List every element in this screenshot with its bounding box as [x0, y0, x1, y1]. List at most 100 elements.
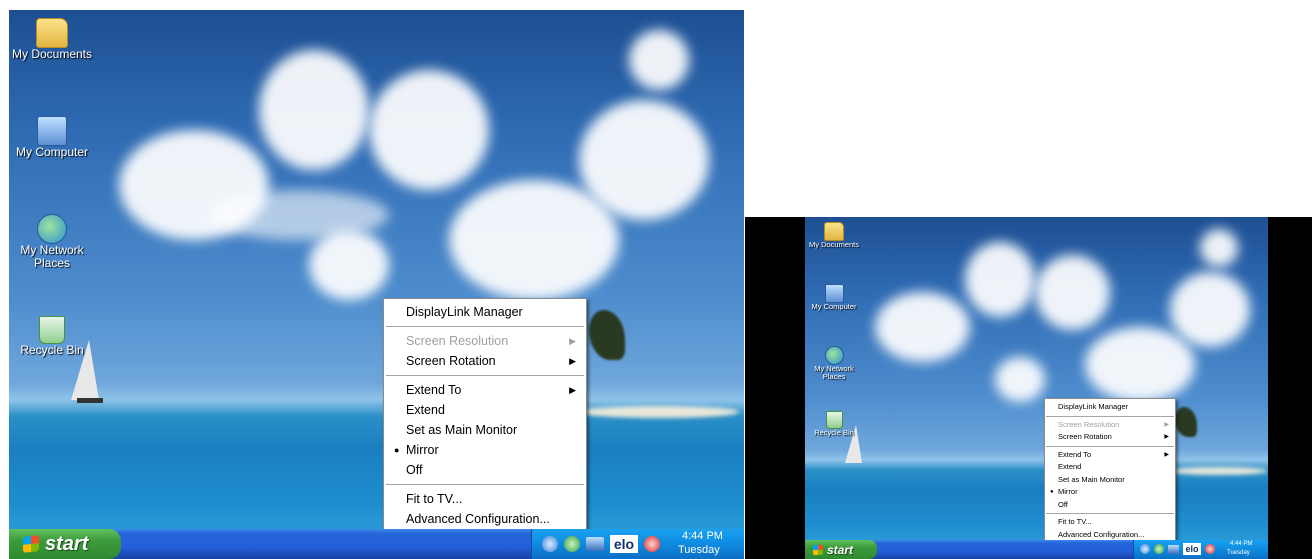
- tray-day[interactable]: Tuesday: [678, 544, 720, 556]
- elo-icon[interactable]: elo: [1183, 543, 1201, 555]
- submenu-arrow-icon: ▶: [569, 356, 576, 366]
- menu-item-set-as-main-monitor[interactable]: Set as Main Monitor: [384, 420, 586, 440]
- security-shield-icon[interactable]: [1205, 544, 1215, 554]
- menu-item-extend-to[interactable]: Extend To ▶: [1045, 449, 1175, 462]
- desktop-icon-label: My Documents: [11, 47, 93, 61]
- submenu-arrow-icon: ▶: [1164, 451, 1169, 458]
- desktop-large: My Documents My Computer My Network Plac…: [9, 10, 744, 559]
- desktop-icon-my-computer[interactable]: My Computer: [9, 116, 97, 159]
- network-icon[interactable]: [564, 536, 580, 552]
- menu-separator: [386, 326, 584, 327]
- folder-icon: [824, 222, 844, 241]
- menu-item-label: Extend To: [1058, 449, 1092, 459]
- menu-title[interactable]: DisplayLink Manager: [384, 302, 586, 322]
- taskbar: start elo 4:44 PM Tuesday: [9, 529, 744, 559]
- menu-item-extend[interactable]: Extend: [384, 400, 586, 420]
- menu-item-advanced-configuration[interactable]: Advanced Configuration...: [384, 509, 586, 529]
- monitor-icon[interactable]: [1168, 545, 1179, 554]
- desktop-icon-my-computer[interactable]: My Computer: [805, 284, 864, 311]
- desktop-icon-my-network-places[interactable]: My Network Places: [9, 214, 97, 269]
- monitor-icon[interactable]: [586, 537, 604, 551]
- menu-item-label: Off: [1058, 499, 1068, 509]
- menu-item-screen-resolution[interactable]: Screen Resolution ▶: [1045, 419, 1175, 432]
- menu-title[interactable]: DisplayLink Manager: [1045, 401, 1175, 414]
- menu-item-fit-to-tv[interactable]: Fit to TV...: [1045, 516, 1175, 529]
- menu-separator: [1046, 445, 1174, 447]
- desktop-icon-label: Recycle Bin: [20, 343, 84, 357]
- desktop-icon-recycle-bin[interactable]: Recycle Bin: [9, 316, 97, 357]
- desktop-icon-my-network-places[interactable]: My Network Places: [805, 346, 864, 381]
- desktop-icon-label: My Computer: [15, 145, 89, 159]
- start-button[interactable]: start: [9, 529, 121, 559]
- menu-item-screen-resolution[interactable]: Screen Resolution ▶: [384, 331, 586, 351]
- menu-separator: [1046, 513, 1174, 514]
- menu-item-mirror[interactable]: ● Mirror: [1045, 486, 1175, 499]
- desktop-icon-recycle-bin[interactable]: Recycle Bin: [805, 411, 864, 437]
- menu-item-label: Advanced Configuration...: [406, 512, 550, 526]
- back-arrow-icon[interactable]: [542, 536, 558, 552]
- windows-logo-icon: [23, 535, 39, 553]
- desktop-icon-label: My Network Places: [20, 243, 84, 270]
- computer-icon: [824, 284, 844, 303]
- displaylink-context-menu: DisplayLink Manager Screen Resolution ▶ S…: [1044, 398, 1176, 544]
- submenu-arrow-icon: ▶: [569, 336, 576, 346]
- menu-item-off[interactable]: Off: [384, 460, 586, 480]
- tray-day[interactable]: Tuesday: [1227, 550, 1250, 556]
- menu-separator: [386, 375, 584, 376]
- menu-item-label: Screen Resolution: [1058, 419, 1120, 429]
- menu-item-label: Off: [406, 463, 423, 477]
- tray-time[interactable]: 4:44 PM: [682, 530, 723, 542]
- menu-item-label: Extend: [406, 403, 445, 417]
- menu-item-label: Extend To: [406, 383, 462, 397]
- displaylink-context-menu: DisplayLink Manager Screen Resolution ▶ S…: [383, 298, 587, 533]
- radio-bullet-icon: ●: [1050, 489, 1054, 495]
- taskbar: start elo 4:44 PM Tuesday: [805, 540, 1268, 559]
- network-places-icon: [37, 214, 67, 244]
- menu-item-mirror[interactable]: ● Mirror: [384, 440, 586, 460]
- network-icon[interactable]: [1154, 544, 1164, 554]
- desktop-icon-label: My Network Places: [814, 364, 854, 381]
- menu-item-screen-rotation[interactable]: Screen Rotation ▶: [384, 351, 586, 371]
- desktop-icon-my-documents[interactable]: My Documents: [9, 18, 97, 61]
- start-label: start: [827, 542, 854, 557]
- menu-item-label: Extend: [1058, 462, 1082, 471]
- tray-time[interactable]: 4:44 PM: [1230, 541, 1252, 547]
- menu-item-label: Screen Rotation: [1058, 432, 1112, 441]
- recycle-bin-icon: [825, 411, 843, 429]
- network-places-icon: [824, 346, 844, 365]
- back-arrow-icon[interactable]: [1140, 544, 1150, 554]
- menu-item-label: Advanced Configuration...: [1058, 529, 1145, 539]
- submenu-arrow-icon: ▶: [1164, 421, 1169, 428]
- system-tray: elo 4:44 PM Tuesday: [1133, 540, 1268, 559]
- menu-item-label: Mirror: [1058, 487, 1078, 496]
- menu-separator: [386, 484, 584, 485]
- menu-item-label: Screen Resolution: [406, 334, 509, 348]
- menu-item-screen-rotation[interactable]: Screen Rotation ▶: [1045, 431, 1175, 444]
- menu-item-fit-to-tv[interactable]: Fit to TV...: [384, 489, 586, 509]
- menu-item-extend-to[interactable]: Extend To ▶: [384, 380, 586, 400]
- menu-item-label: Screen Rotation: [406, 354, 496, 368]
- windows-logo-icon: [813, 544, 823, 555]
- desktop-icon-label: Recycle Bin: [814, 428, 854, 437]
- menu-item-label: Mirror: [406, 443, 439, 457]
- radio-bullet-icon: ●: [394, 445, 400, 455]
- desktop-icon-label: My Computer: [811, 302, 857, 311]
- computer-icon: [37, 116, 67, 146]
- submenu-arrow-icon: ▶: [1164, 434, 1169, 440]
- desktop-icon-my-documents[interactable]: My Documents: [805, 222, 864, 249]
- menu-item-label: Fit to TV...: [406, 492, 463, 506]
- menu-separator: [1046, 415, 1174, 417]
- menu-item-extend[interactable]: Extend: [1045, 461, 1175, 474]
- security-shield-icon[interactable]: [644, 536, 660, 552]
- menu-item-off[interactable]: Off: [1045, 499, 1175, 512]
- desktop-icon-label: My Documents: [808, 240, 859, 249]
- menu-item-label: Set as Main Monitor: [1058, 474, 1125, 484]
- start-button[interactable]: start: [805, 540, 877, 559]
- submenu-arrow-icon: ▶: [569, 385, 576, 395]
- system-tray: elo 4:44 PM Tuesday: [531, 529, 744, 559]
- recycle-bin-icon: [39, 316, 65, 344]
- desktop-small: My Documents My Computer My Network Plac…: [805, 217, 1268, 559]
- menu-item-label: Set as Main Monitor: [406, 423, 518, 437]
- elo-icon[interactable]: elo: [610, 535, 638, 553]
- menu-item-set-as-main-monitor[interactable]: Set as Main Monitor: [1045, 474, 1175, 487]
